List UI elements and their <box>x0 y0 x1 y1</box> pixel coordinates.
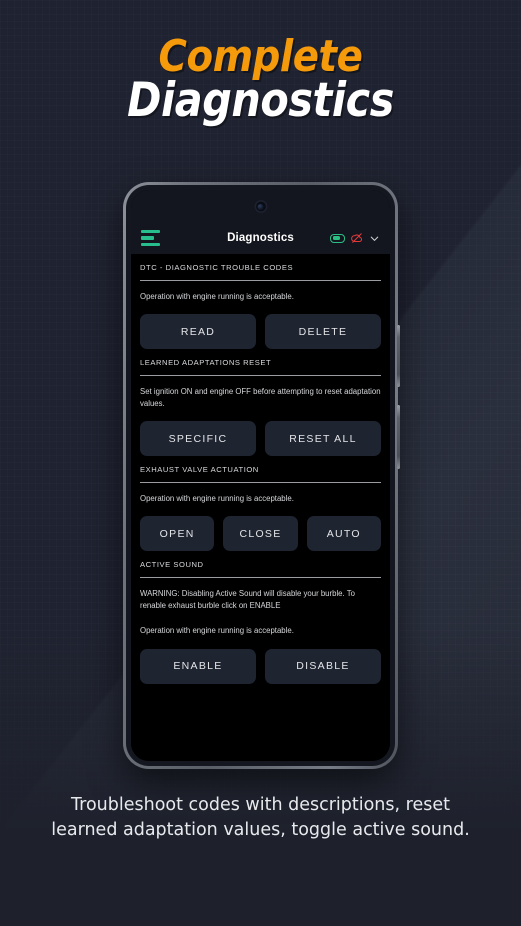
phone-mockup: Diagnostics DTC - DIAGNOSTIC TROUBLE COD… <box>123 182 400 769</box>
caption-text: Troubleshoot codes with descriptions, re… <box>51 795 470 840</box>
section-divider <box>140 280 381 281</box>
front-camera-icon <box>254 200 267 213</box>
enable-button[interactable]: ENABLE <box>140 648 256 684</box>
open-button[interactable]: OPEN <box>140 516 215 552</box>
section-learned-adaptations-reset: LEARNED ADAPTATIONS RESET Set ignition O… <box>140 349 381 457</box>
delete-button[interactable]: DELETE <box>265 314 381 350</box>
auto-button[interactable]: AUTO <box>306 516 381 552</box>
battery-icon[interactable] <box>330 233 345 243</box>
cloud-off-icon[interactable] <box>350 232 364 244</box>
button-row: ENABLE DISABLE <box>140 648 381 684</box>
section-active-sound: ACTIVE SOUND WARNING: Disabling Active S… <box>140 551 381 684</box>
section-warning: WARNING: Disabling Active Sound will dis… <box>140 589 355 611</box>
menu-bar-2 <box>141 236 154 240</box>
status-bar <box>131 190 390 222</box>
section-title: LEARNED ADAPTATIONS RESET <box>140 358 272 368</box>
section-title: DTC - DIAGNOSTIC TROUBLE CODES <box>140 263 294 272</box>
section-divider <box>140 375 381 377</box>
diagnostics-scroll-content[interactable]: DTC - DIAGNOSTIC TROUBLE CODES Operation… <box>131 254 390 761</box>
chevron-down-icon[interactable] <box>369 233 380 244</box>
headline: Complete Diagnostics <box>0 31 521 129</box>
button-row: READ DELETE <box>140 314 381 350</box>
reset-all-button[interactable]: RESET ALL <box>265 421 381 457</box>
phone-screen: Diagnostics DTC - DIAGNOSTIC TROUBLE COD… <box>131 190 390 761</box>
section-title: ACTIVE SOUND <box>140 560 204 570</box>
camera-lens <box>257 203 264 210</box>
section-description: Operation with engine running is accepta… <box>140 626 294 636</box>
menu-bar-3 <box>141 242 160 247</box>
phone-power-button[interactable] <box>397 405 400 469</box>
section-divider <box>140 577 381 579</box>
section-description: Set ignition ON and engine OFF before at… <box>140 387 381 409</box>
button-row: OPEN CLOSE AUTO <box>140 516 381 552</box>
section-title: EXHAUST VALVE ACTUATION <box>140 465 259 475</box>
section-divider <box>140 482 381 484</box>
read-button[interactable]: READ <box>140 314 256 350</box>
section-description: Operation with engine running is accepta… <box>140 292 294 301</box>
menu-bar-1 <box>141 229 160 234</box>
hamburger-menu-icon[interactable] <box>141 228 160 249</box>
button-row: SPECIFIC RESET ALL <box>140 421 381 457</box>
disable-button[interactable]: DISABLE <box>265 648 381 684</box>
close-button[interactable]: CLOSE <box>223 516 298 552</box>
specific-button[interactable]: SPECIFIC <box>140 421 256 457</box>
phone-volume-button[interactable] <box>397 325 400 387</box>
section-dtc: DTC - DIAGNOSTIC TROUBLE CODES Operation… <box>140 254 381 350</box>
section-exhaust-valve-actuation: EXHAUST VALVE ACTUATION Operation with e… <box>140 456 381 552</box>
section-description: Operation with engine running is accepta… <box>140 494 294 504</box>
app-bar-status-icons <box>330 232 380 244</box>
headline-line-1: Complete <box>158 31 363 82</box>
app-bar: Diagnostics <box>131 222 390 254</box>
headline-line-2: Diagnostics <box>127 73 394 129</box>
